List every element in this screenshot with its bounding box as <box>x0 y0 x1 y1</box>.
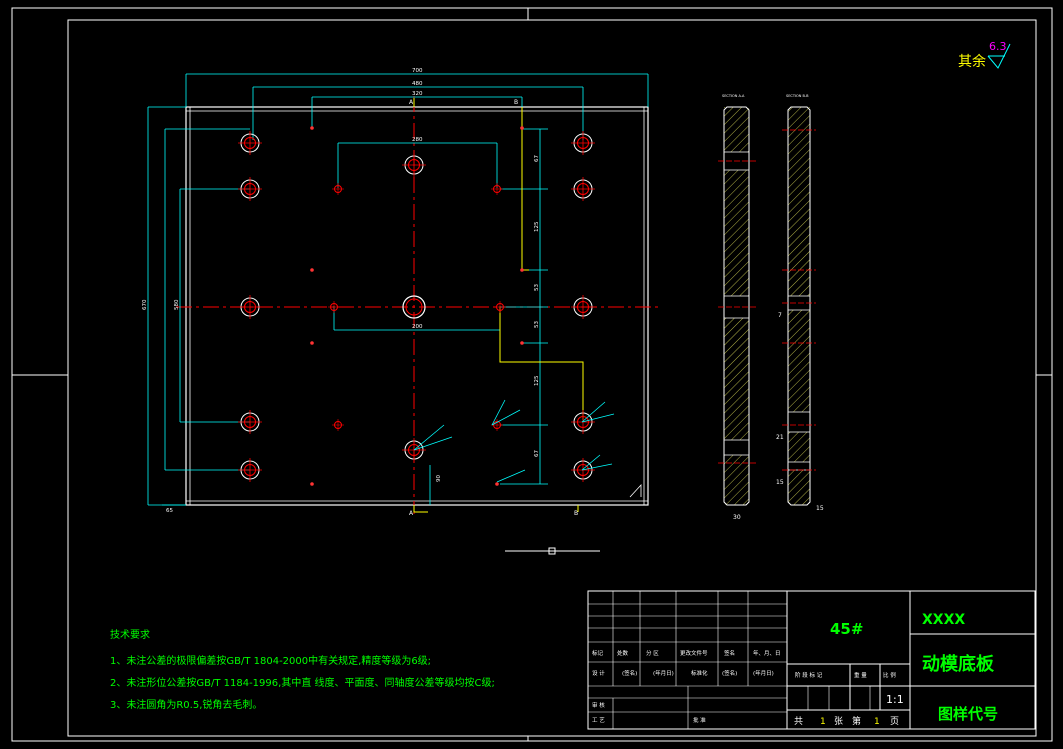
note-1: 1、未注公差的极限偏差按GB/T 1804-2000中有关规定,精度等级为6级; <box>110 654 431 667</box>
counterbore-hole <box>238 458 262 482</box>
dim-height-580: 580 <box>174 299 180 310</box>
pin-dot <box>520 341 524 345</box>
tb-process: 工 艺 <box>592 717 605 724</box>
scale-bar <box>505 547 600 555</box>
title-block: 标记 处数 分 区 更改文件号 签名 年、月、日 设 计 (签名) (年月日) … <box>587 590 1036 730</box>
threaded-hole <box>494 301 506 313</box>
tb-ratio: 比 例 <box>883 671 896 679</box>
tb-sheet-no: 1 <box>874 717 880 727</box>
tb-label-count: 处数 <box>617 649 629 657</box>
tb-label-mark: 标记 <box>592 649 604 657</box>
tb-total-unit: 张 <box>834 716 843 727</box>
pin-dot <box>310 268 314 272</box>
threaded-hole <box>332 183 344 195</box>
tb-standard-sign: (签名) <box>722 669 737 677</box>
tb-standard: 标准化 <box>691 669 708 677</box>
section-thickness: 30 <box>733 514 741 521</box>
pin-dot <box>520 126 524 130</box>
dim-inner-200: 200 <box>412 324 423 330</box>
dim-v-125a: 125 <box>534 221 540 232</box>
pin-dot <box>520 268 524 272</box>
drawing-frame <box>11 7 1053 742</box>
tb-label-date: 年、月、日 <box>753 649 781 657</box>
cut-mark-a-top: A <box>409 99 414 106</box>
tb-review: 审 核 <box>592 701 605 709</box>
counterbore-hole <box>238 295 262 319</box>
dimension-lines <box>147 73 649 506</box>
section-dim-21: 21 <box>776 434 784 441</box>
pin-dot <box>495 482 499 486</box>
section-b-title: SECTION B-B <box>786 94 809 98</box>
note-2: 2、未注形位公差按GB/T 1184-1996,其中直 线度、平面度、同轴度公差… <box>110 676 495 689</box>
counterbore-hole <box>402 153 426 177</box>
counterbore-hole <box>238 131 262 155</box>
hole-leaders <box>413 399 615 483</box>
threaded-hole <box>328 301 340 313</box>
tb-standard-date: (年月日) <box>753 669 774 677</box>
tb-drawing-no: 图样代号 <box>938 705 998 723</box>
section-dim-7: 7 <box>778 312 782 319</box>
dim-edge-offset: 65 <box>166 508 173 514</box>
threaded-hole <box>332 419 344 431</box>
dim-width-480: 480 <box>412 81 423 87</box>
counterbore-hole <box>571 295 595 319</box>
tb-label-zone: 分 区 <box>646 649 659 657</box>
threaded-hole <box>491 183 503 195</box>
tb-total-label: 共 <box>794 716 803 727</box>
tb-weight: 重 量 <box>854 671 867 679</box>
section-markers: A B A B <box>409 99 578 517</box>
technical-notes: 技术要求 1、未注公差的极限偏差按GB/T 1804-2000中有关规定,精度等… <box>110 628 495 711</box>
section-cut-path <box>413 98 584 513</box>
holes-group <box>238 126 595 486</box>
tb-label-change-doc: 更改文件号 <box>680 649 708 657</box>
counterbore-hole <box>238 410 262 434</box>
counterbore-hole <box>571 177 595 201</box>
section-dim-15a: 15 <box>776 479 784 486</box>
pin-dot <box>310 482 314 486</box>
dim-width-320: 320 <box>412 91 423 97</box>
cut-mark-b-top: B <box>514 99 518 106</box>
tb-sheets: 共 1 张 第 1 页 <box>794 715 899 727</box>
center-lines <box>176 96 658 514</box>
surface-finish-prefix: 其余 <box>958 53 986 70</box>
tb-material: 45# <box>830 620 863 638</box>
dim-v-67a: 67 <box>534 155 540 162</box>
tb-design-sign: (签名) <box>622 669 637 677</box>
section-a-title: SECTION A-A <box>722 94 745 98</box>
dim-v-53b: 53 <box>534 321 540 328</box>
cut-mark-a-bottom: A <box>409 510 414 517</box>
section-dim-15b: 15 <box>816 505 824 512</box>
tb-design: 设 计 <box>592 669 605 677</box>
dim-bottom-90: 90 <box>436 475 442 482</box>
dim-inner-280: 280 <box>412 137 423 143</box>
tb-stage: 阶 段 标 记 <box>795 671 823 679</box>
dim-overall-width: 700 <box>412 68 423 74</box>
cad-drawing-canvas: 其余 6.3 700 480 320 280 200 670 580 65 67… <box>11 7 1053 742</box>
note-3: 3、未注圆角为R0.5,锐角去毛刺。 <box>110 698 262 711</box>
section-view-a: SECTION A-A <box>718 94 756 506</box>
surface-finish-value: 6.3 <box>989 40 1007 53</box>
dimension-texts: 700 480 320 280 200 670 580 65 67 125 53… <box>142 68 540 514</box>
tb-approve: 批 准 <box>693 716 706 724</box>
tb-sheet-unit: 页 <box>890 716 899 727</box>
tb-design-date: (年月日) <box>653 669 674 677</box>
dim-height-670: 670 <box>142 299 148 310</box>
tb-part-name: 动模底板 <box>922 653 995 675</box>
surface-finish-symbol: 其余 6.3 <box>958 40 1011 70</box>
tb-total: 1 <box>820 717 826 727</box>
section-view-b: SECTION B-B <box>782 94 816 506</box>
dim-v-67b: 67 <box>534 450 540 457</box>
notes-title: 技术要求 <box>110 628 150 641</box>
pin-dot <box>310 341 314 345</box>
tb-scale: 1:1 <box>886 693 904 706</box>
counterbore-hole <box>571 131 595 155</box>
cut-mark-b-bottom: B <box>574 510 578 517</box>
tb-sheet-label: 第 <box>852 715 861 727</box>
dim-v-125b: 125 <box>534 375 540 386</box>
pin-dot <box>310 126 314 130</box>
tb-company: XXXX <box>922 612 965 628</box>
counterbore-hole <box>238 177 262 201</box>
dim-v-53a: 53 <box>534 284 540 291</box>
tb-label-sign: 签名 <box>724 649 735 657</box>
